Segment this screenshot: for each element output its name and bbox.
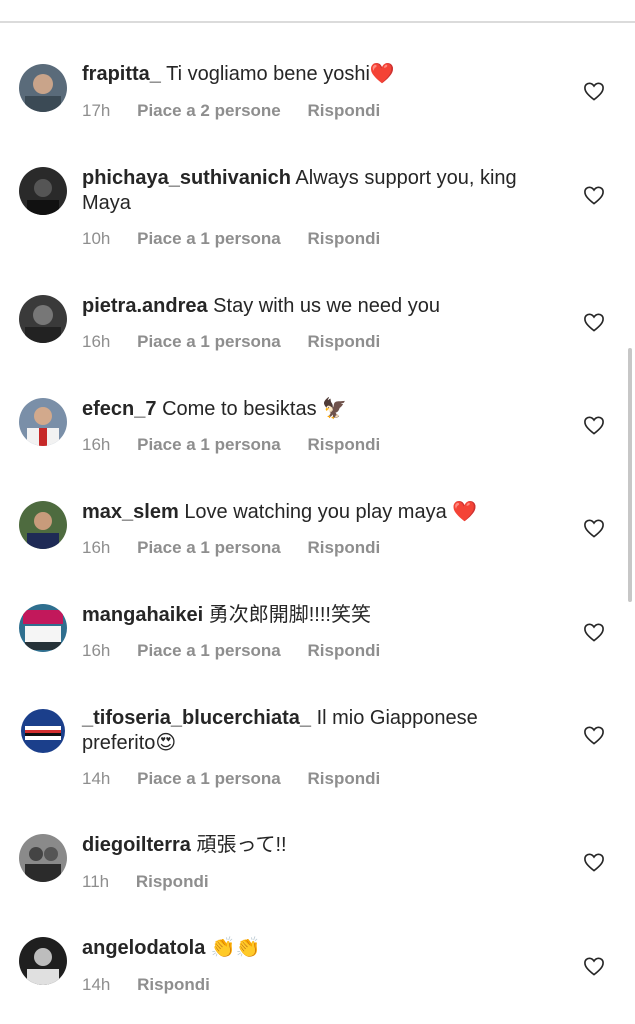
comment-meta: 10h Piace a 1 persona Rispondi — [82, 229, 402, 249]
comment-likes[interactable]: Piace a 1 persona — [137, 641, 281, 660]
comment-likes[interactable]: Piace a 2 persone — [137, 101, 281, 120]
comment-username[interactable]: diegoilterra — [82, 834, 191, 856]
comment-time: 17h — [82, 101, 111, 120]
comment-text-block: diegoilterra 頑張って!! — [82, 833, 542, 858]
comment-meta: 16h Piace a 1 persona Rispondi — [82, 435, 402, 455]
reply-button[interactable]: Rispondi — [137, 975, 210, 994]
comment-likes[interactable]: Piace a 1 persona — [137, 229, 281, 248]
reply-button[interactable]: Rispondi — [307, 229, 380, 248]
comment-username[interactable]: mangahaikei — [82, 604, 203, 626]
reply-button[interactable]: Rispondi — [307, 435, 380, 454]
scrollbar[interactable] — [628, 348, 632, 602]
reply-button[interactable]: Rispondi — [307, 641, 380, 660]
heart-outline-icon[interactable] — [583, 518, 605, 538]
comment-likes[interactable]: Piace a 1 persona — [137, 769, 281, 788]
comment-meta: 17h Piace a 2 persone Rispondi — [82, 101, 402, 121]
avatar[interactable] — [19, 937, 67, 985]
heart-outline-icon[interactable] — [583, 185, 605, 205]
comment-time: 14h — [82, 975, 111, 994]
comment-meta: 16h Piace a 1 persona Rispondi — [82, 538, 402, 558]
avatar[interactable] — [19, 398, 67, 446]
comment-time: 16h — [82, 641, 111, 660]
heart-outline-icon[interactable] — [583, 622, 605, 642]
comment-time: 16h — [82, 332, 111, 351]
comment-username[interactable]: pietra.andrea — [82, 295, 208, 317]
comment-username[interactable]: angelodatola — [82, 937, 205, 959]
top-bar — [0, 0, 635, 23]
heart-outline-icon[interactable] — [583, 312, 605, 332]
heart-outline-icon[interactable] — [583, 956, 605, 976]
heart-outline-icon[interactable] — [583, 81, 605, 101]
comment-body: Love watching you play maya ❤️ — [184, 501, 478, 523]
comment-username[interactable]: phichaya_suthivanich — [82, 167, 291, 189]
heart-outline-icon[interactable] — [583, 852, 605, 872]
avatar[interactable] — [19, 604, 67, 652]
comment-body: 👏👏 — [210, 937, 261, 959]
heart-outline-icon[interactable] — [583, 415, 605, 435]
avatar[interactable] — [19, 64, 67, 112]
comment-meta: 14h Piace a 1 persona Rispondi — [82, 769, 402, 789]
comment-body: Ti vogliamo bene yoshi❤️ — [166, 63, 395, 85]
avatar[interactable] — [19, 707, 67, 755]
reply-button[interactable]: Rispondi — [307, 101, 380, 120]
heart-outline-icon[interactable] — [583, 725, 605, 745]
comment-time: 16h — [82, 435, 111, 454]
reply-button[interactable]: Rispondi — [136, 872, 209, 891]
comment-body: 勇次郎開脚!!!!笑笑 — [208, 604, 371, 626]
comment-likes[interactable]: Piace a 1 persona — [137, 538, 281, 557]
comment-body: Come to besiktas 🦅 — [162, 398, 348, 420]
reply-button[interactable]: Rispondi — [307, 769, 380, 788]
comment-text-block: phichaya_suthivanich Always support you,… — [82, 166, 542, 216]
comment-meta: 16h Piace a 1 persona Rispondi — [82, 641, 402, 661]
comment-meta: 11h Rispondi — [82, 872, 231, 892]
comment-likes[interactable]: Piace a 1 persona — [137, 435, 281, 454]
comment-time: 16h — [82, 538, 111, 557]
comment-text-block: angelodatola 👏👏 — [82, 936, 542, 961]
comment-username[interactable]: _tifoseria_blucerchiata_ — [82, 707, 311, 729]
reply-button[interactable]: Rispondi — [307, 332, 380, 351]
comment-text-block: mangahaikei 勇次郎開脚!!!!笑笑 — [82, 603, 542, 628]
comment-meta: 14h Rispondi — [82, 975, 232, 995]
comment-body: 頑張って!! — [196, 834, 287, 856]
comment-text-block: _tifoseria_blucerchiata_ Il mio Giappone… — [82, 706, 542, 756]
avatar[interactable] — [19, 295, 67, 343]
avatar[interactable] — [19, 834, 67, 882]
comment-text-block: max_slem Love watching you play maya ❤️ — [82, 500, 542, 525]
comment-username[interactable]: frapitta_ — [82, 63, 161, 85]
comment-meta: 16h Piace a 1 persona Rispondi — [82, 332, 402, 352]
comment-likes[interactable]: Piace a 1 persona — [137, 332, 281, 351]
comment-time: 11h — [82, 872, 110, 891]
comment-username[interactable]: max_slem — [82, 501, 179, 523]
avatar[interactable] — [19, 501, 67, 549]
comment-text-block: efecn_7 Come to besiktas 🦅 — [82, 397, 542, 422]
comment-body: Stay with us we need you — [213, 295, 440, 317]
comment-text-block: pietra.andrea Stay with us we need you — [82, 294, 542, 319]
comment-text-block: frapitta_ Ti vogliamo bene yoshi❤️ — [82, 62, 542, 87]
reply-button[interactable]: Rispondi — [307, 538, 380, 557]
comment-username[interactable]: efecn_7 — [82, 398, 157, 420]
comment-time: 10h — [82, 229, 111, 248]
comment-time: 14h — [82, 769, 111, 788]
avatar[interactable] — [19, 167, 67, 215]
